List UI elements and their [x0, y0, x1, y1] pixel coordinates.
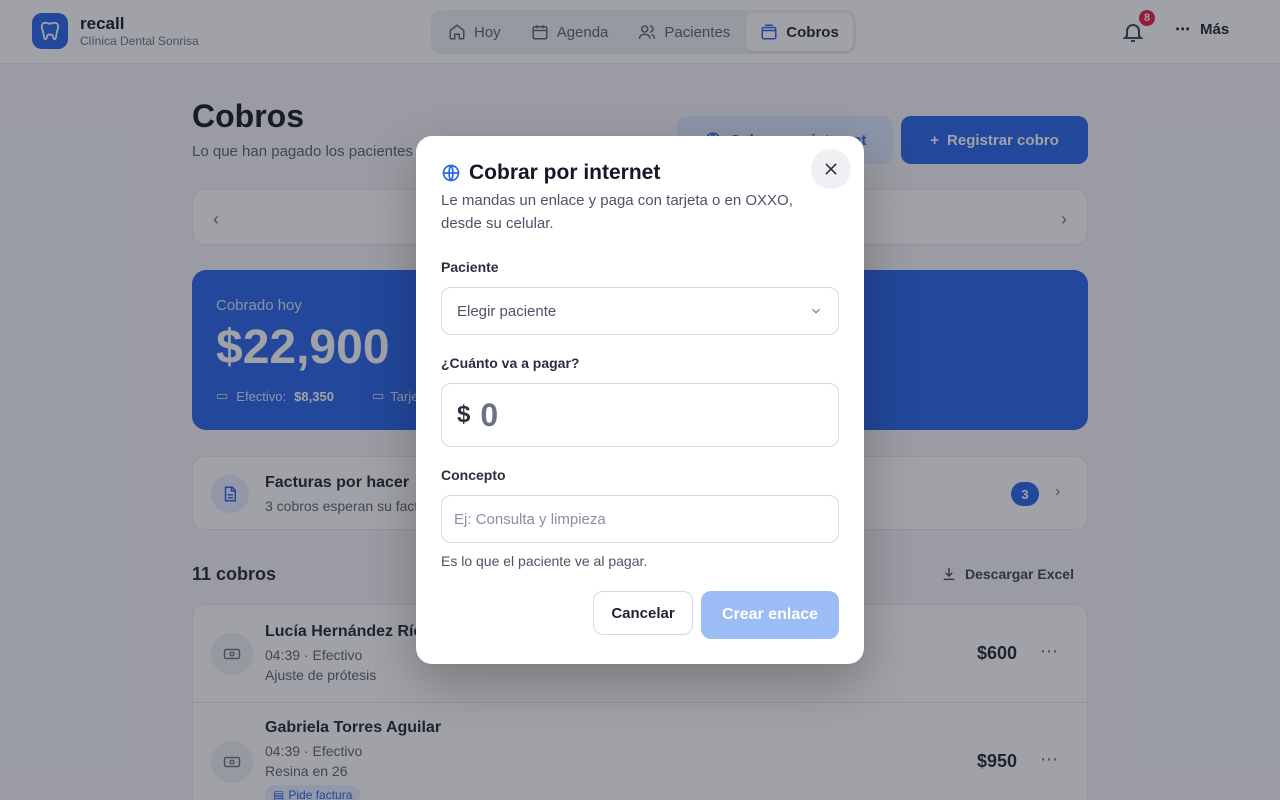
amount-input[interactable]	[480, 396, 801, 434]
patient-select[interactable]: Elegir paciente	[441, 287, 839, 335]
currency-symbol: $	[457, 401, 471, 428]
amount-field[interactable]: $	[441, 383, 839, 447]
create-link-button[interactable]: Crear enlace	[701, 591, 839, 639]
patient-select-value: Elegir paciente	[457, 302, 557, 320]
concept-input[interactable]	[441, 495, 839, 543]
dialog-title-text: Cobrar por internet	[469, 161, 661, 184]
concept-label: Concepto	[441, 467, 506, 483]
online-charge-dialog: Cobrar por internet Le mandas un enlace …	[416, 136, 864, 664]
concept-hint: Es lo que el paciente ve al pagar.	[441, 553, 648, 569]
close-icon	[825, 163, 837, 175]
patient-label: Paciente	[441, 259, 499, 275]
dialog-title: Cobrar por internet	[441, 161, 660, 185]
chevron-down-icon	[812, 308, 820, 314]
globe-icon	[442, 164, 460, 182]
close-button[interactable]	[811, 149, 851, 189]
amount-label: ¿Cuánto va a pagar?	[441, 355, 580, 371]
dialog-description: Le mandas un enlace y paga con tarjeta o…	[441, 192, 793, 232]
cancel-button[interactable]: Cancelar	[593, 591, 693, 635]
